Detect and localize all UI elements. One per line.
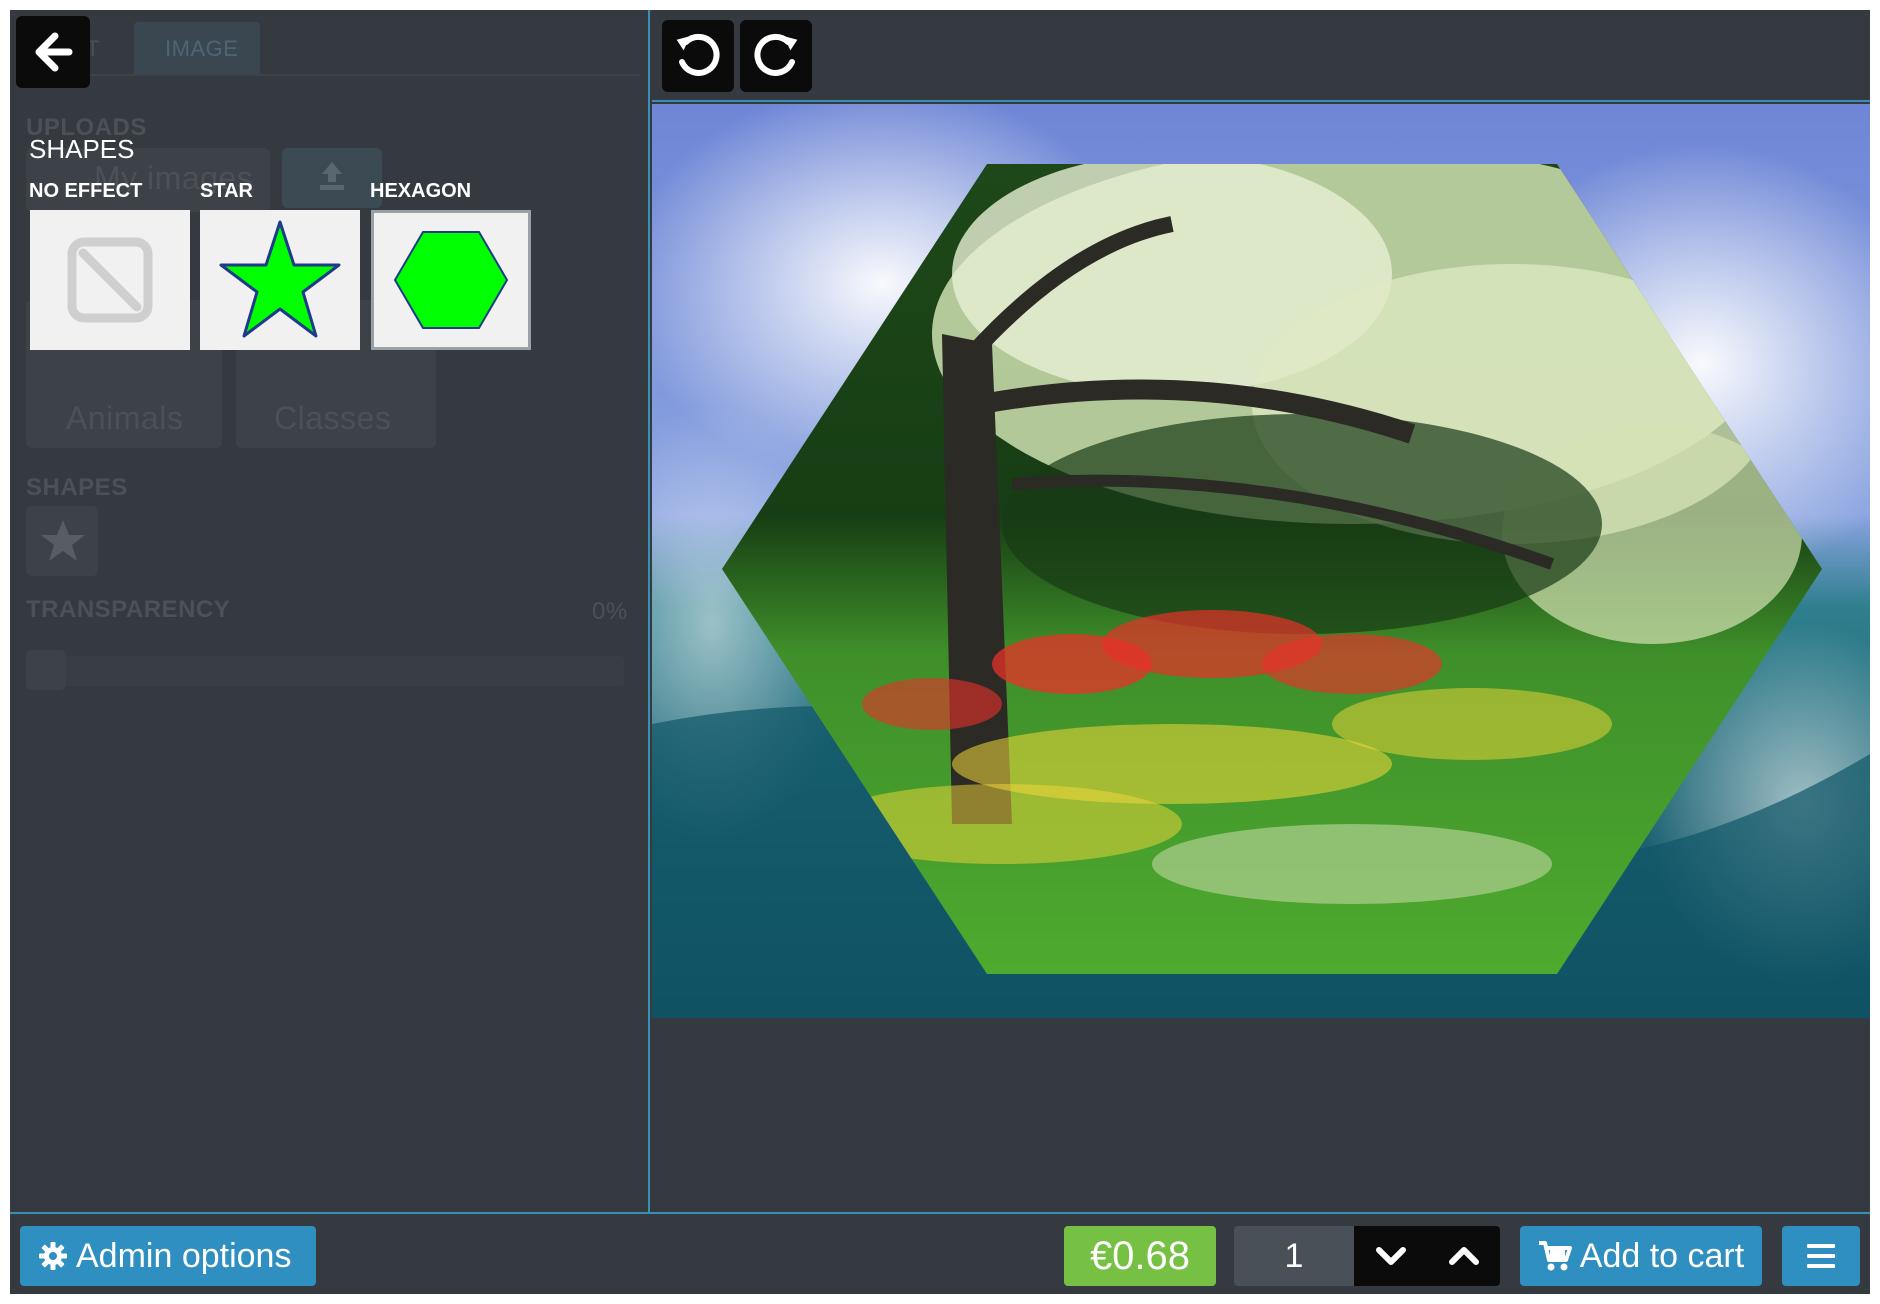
canvas-empty-area [652,1018,1870,1212]
category-classes-label: Classes [274,400,392,436]
undo-button[interactable] [662,20,734,92]
shape-option-label: STAR [200,180,253,202]
shape-option-no-effect[interactable] [30,210,190,350]
shapes-section-label: SHAPES [26,474,128,501]
undo-icon [676,33,720,76]
back-button[interactable] [16,16,90,88]
app-window: T IMAGE UPLOADS My images Animals Classe… [10,10,1870,1294]
quantity-input[interactable] [1234,1226,1354,1286]
admin-options-label: Admin options [76,1236,292,1275]
add-to-cart-button[interactable]: Add to cart [1520,1226,1762,1286]
left-panel: T IMAGE UPLOADS My images Animals Classe… [10,10,650,1212]
shape-option-star[interactable] [200,210,360,350]
star-icon [41,520,85,561]
category-animals-label: Animals [66,400,184,436]
tabs-divider [20,74,640,76]
arrow-left-icon [35,32,73,72]
admin-options-button[interactable]: Admin options [20,1226,316,1286]
canvas-artwork [652,104,1870,1018]
transparency-value: 0% [592,598,628,625]
transparency-slider[interactable] [26,656,624,686]
shapes-popup-title: SHAPES [29,134,135,164]
gear-icon [39,1242,67,1270]
hexagon-icon [393,231,509,329]
menu-button[interactable] [1782,1226,1860,1286]
add-to-cart-label: Add to cart [1579,1236,1745,1275]
transparency-label: TRANSPARENCY [26,596,231,623]
bottom-bar: Admin options €0.68 Add [10,1212,1870,1294]
chevron-up-icon [1448,1247,1479,1265]
quantity-increase-button[interactable] [1427,1226,1500,1286]
hamburger-menu-icon [1807,1244,1835,1268]
chevron-down-icon [1375,1247,1406,1265]
canvas-toolbar [652,10,1870,102]
quantity-decrease-button[interactable] [1354,1226,1427,1286]
cart-icon [1538,1241,1572,1271]
shape-option-label: HEXAGON [370,180,472,202]
redo-button[interactable] [740,20,812,92]
redo-icon [754,33,798,76]
upload-icon [320,162,344,190]
price-badge: €0.68 [1064,1226,1216,1286]
tab-image[interactable]: IMAGE [165,36,238,62]
no-effect-icon [67,237,153,323]
star-icon [219,220,341,338]
transparency-slider-thumb[interactable] [26,650,66,690]
quantity-stepper [1234,1226,1500,1286]
design-canvas[interactable] [652,104,1870,1018]
shape-option-label: NO EFFECT [29,180,143,202]
shape-option-hexagon[interactable] [371,210,531,350]
